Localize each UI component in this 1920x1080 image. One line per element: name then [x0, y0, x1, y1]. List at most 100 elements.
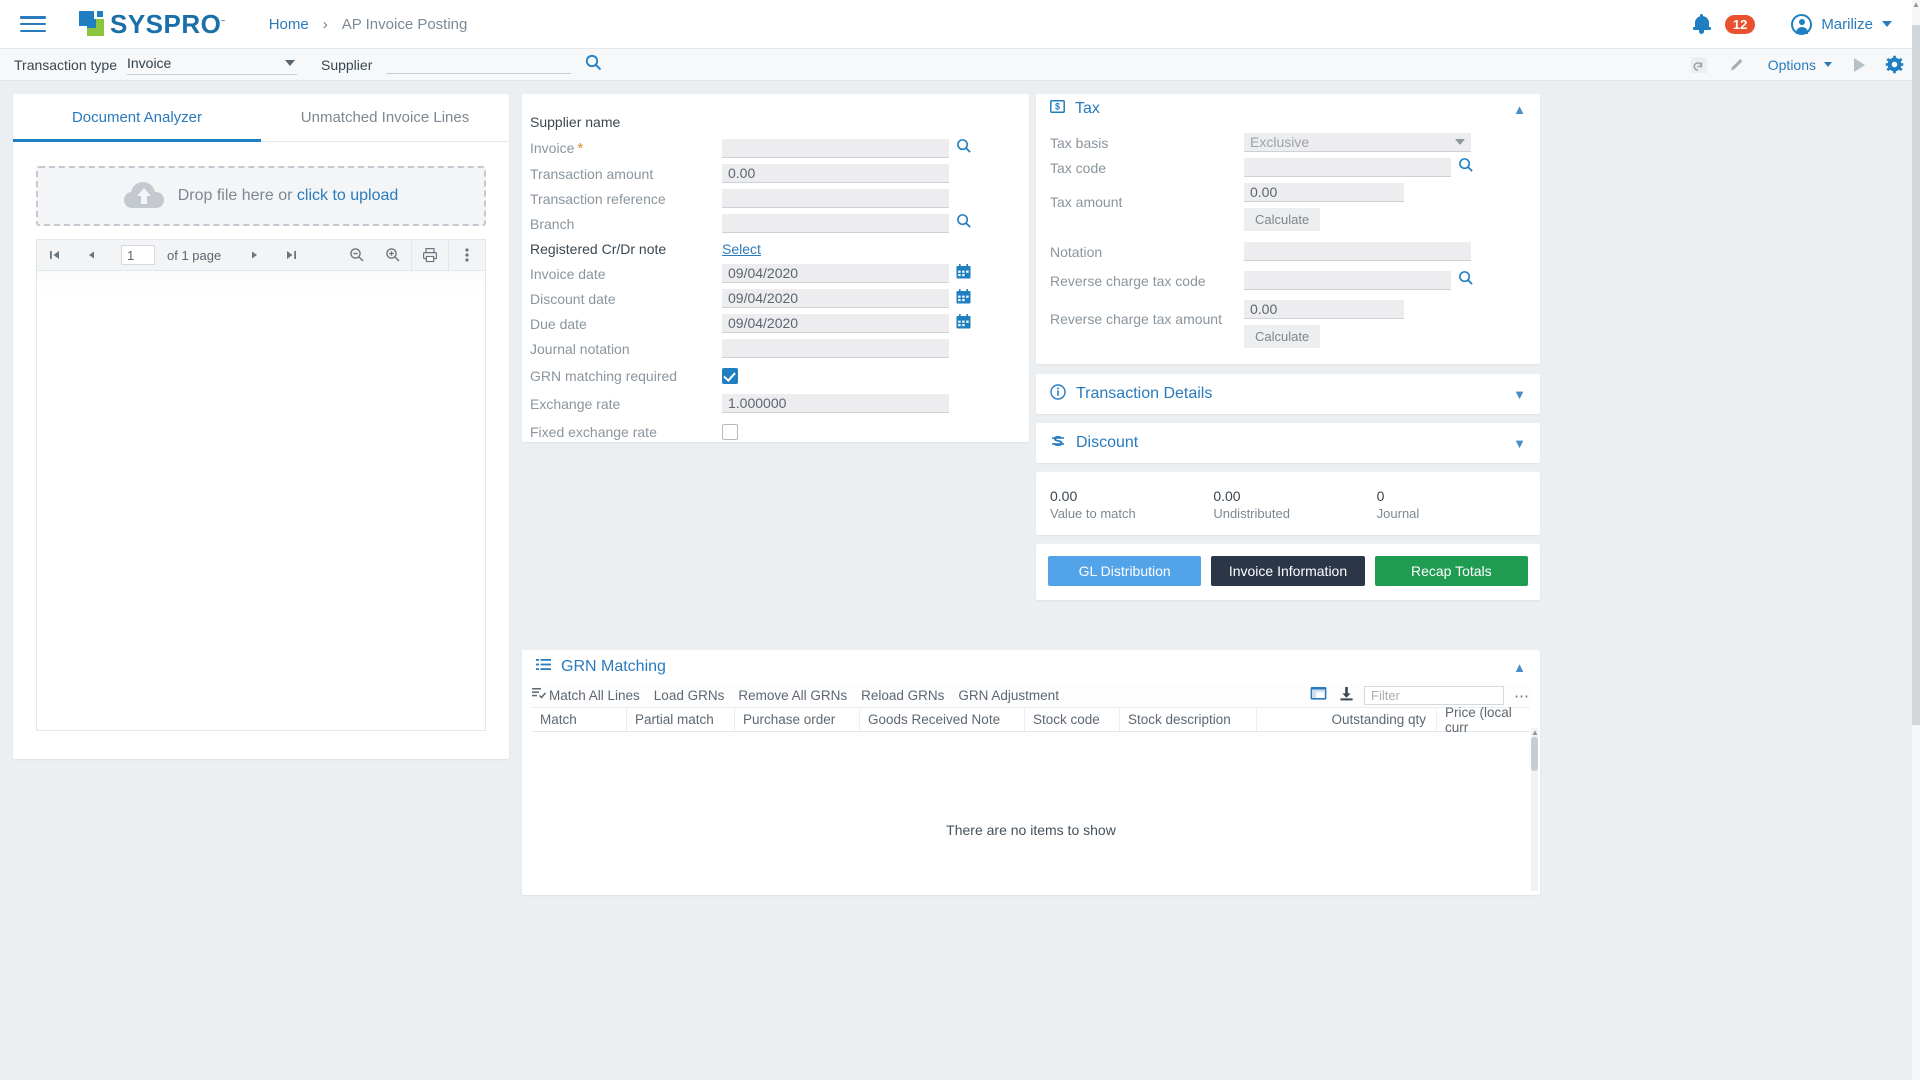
chevron-up-icon[interactable]: ▲: [1513, 102, 1526, 117]
invoice-input[interactable]: [722, 139, 949, 158]
grn-column-outstanding-qty[interactable]: Outstanding qty: [1257, 708, 1437, 731]
grn-filter-input[interactable]: Filter: [1364, 686, 1504, 705]
grn-action-load-grns[interactable]: Load GRNs: [654, 688, 725, 703]
gear-icon[interactable]: [1885, 55, 1904, 74]
grn-column-price-local-currency[interactable]: Price (local curr: [1437, 708, 1529, 731]
grn-table-scrollbar[interactable]: ▲: [1531, 728, 1538, 891]
reverse-charge-calculate-button[interactable]: Calculate: [1244, 325, 1320, 348]
grn-matching-required-label: GRN matching required: [522, 368, 722, 384]
download-icon[interactable]: [1339, 686, 1354, 706]
due-date-calendar-icon[interactable]: [956, 314, 971, 334]
undo-icon[interactable]: [1690, 56, 1708, 74]
chevron-up-icon[interactable]: ▲: [1513, 660, 1526, 675]
tax-code-input[interactable]: [1244, 158, 1451, 177]
gl-distribution-button[interactable]: GL Distribution: [1048, 556, 1201, 586]
fixed-exchange-rate-checkbox[interactable]: [722, 424, 738, 440]
registered-cr-dr-note-select-link[interactable]: Select: [722, 241, 761, 257]
scroll-up-icon[interactable]: ▲: [1531, 728, 1538, 737]
transaction-reference-input[interactable]: [722, 189, 949, 208]
tax-code-lookup-search-icon[interactable]: [1458, 157, 1474, 178]
tax-calculate-button[interactable]: Calculate: [1244, 208, 1320, 231]
page-scrollbar[interactable]: ▲: [1912, 0, 1920, 1080]
tax-card-header[interactable]: $ Tax ▲: [1036, 94, 1540, 124]
first-page-button[interactable]: [37, 239, 73, 271]
invoice-lookup-search-icon[interactable]: [956, 138, 972, 159]
document-preview-area: [36, 271, 486, 731]
transaction-details-header[interactable]: Transaction Details ▼: [1036, 374, 1540, 414]
options-menu[interactable]: Options: [1768, 57, 1832, 73]
grn-column-partial-match[interactable]: Partial match: [627, 708, 735, 731]
grn-matching-required-checkbox[interactable]: [722, 368, 738, 384]
grn-more-options-icon[interactable]: ⋯: [1514, 687, 1530, 705]
page-scrollbar-thumb[interactable]: [1912, 25, 1920, 725]
transaction-amount-label: Transaction amount: [522, 166, 722, 182]
invoice-date-calendar-icon[interactable]: [956, 264, 971, 284]
tab-unmatched-invoice-lines[interactable]: Unmatched Invoice Lines: [261, 94, 509, 141]
invoice-information-button[interactable]: Invoice Information: [1211, 556, 1364, 586]
invoice-date-input[interactable]: 09/04/2020: [722, 264, 949, 283]
grn-action-remove-all-grns[interactable]: Remove All GRNs: [738, 688, 847, 703]
discount-date-calendar-icon[interactable]: [956, 289, 971, 309]
previous-page-button[interactable]: [73, 239, 109, 271]
invoice-header-form-panel: Supplier name Invoice* Transaction amoun…: [522, 94, 1029, 442]
fixed-exchange-rate-label: Fixed exchange rate: [522, 424, 722, 440]
zoom-in-button[interactable]: [375, 239, 411, 271]
hamburger-menu-icon[interactable]: [20, 14, 46, 34]
grn-action-reload-grns[interactable]: Reload GRNs: [861, 688, 944, 703]
chevron-down-icon[interactable]: ▼: [1513, 387, 1526, 402]
edit-pencil-icon[interactable]: [1728, 56, 1746, 74]
excel-export-icon[interactable]: [1310, 686, 1327, 706]
reverse-charge-tax-code-input[interactable]: [1244, 271, 1451, 290]
discount-date-input[interactable]: 09/04/2020: [722, 289, 949, 308]
grn-column-match[interactable]: Match: [532, 708, 627, 731]
journal-notation-input[interactable]: [722, 339, 949, 358]
user-menu[interactable]: Marilize: [1791, 14, 1892, 35]
grn-action-match-all-lines[interactable]: Match All Lines: [549, 688, 640, 703]
breadcrumb-separator-icon: ›: [323, 16, 328, 33]
due-date-input[interactable]: 09/04/2020: [722, 314, 949, 333]
reverse-charge-tax-amount-input[interactable]: 0.00: [1244, 300, 1404, 319]
grn-matching-header[interactable]: GRN Matching ▲: [522, 650, 1540, 684]
grn-column-goods-received-note[interactable]: Goods Received Note: [860, 708, 1025, 731]
supplier-input[interactable]: [386, 55, 571, 74]
tax-basis-select[interactable]: Exclusive: [1244, 133, 1471, 152]
last-page-button[interactable]: [273, 239, 309, 271]
exchange-rate-input[interactable]: 1.000000: [722, 394, 949, 413]
brand-trademark: ˜: [221, 19, 224, 30]
summary-journal: 0 Journal: [1377, 488, 1540, 521]
transaction-amount-input[interactable]: 0.00: [722, 164, 949, 183]
click-to-upload-link[interactable]: click to upload: [297, 187, 398, 204]
page-number-input[interactable]: 1: [121, 245, 155, 265]
notification-count-badge[interactable]: 12: [1725, 15, 1755, 34]
scrollbar-thumb[interactable]: [1531, 737, 1538, 771]
more-options-icon[interactable]: [449, 239, 485, 271]
match-all-lines-icon[interactable]: [532, 687, 547, 705]
supplier-label: Supplier: [321, 57, 372, 73]
tax-amount-input[interactable]: 0.00: [1244, 183, 1404, 202]
grn-column-stock-code[interactable]: Stock code: [1025, 708, 1120, 731]
file-dropzone[interactable]: Drop file here or click to upload: [36, 166, 486, 226]
tab-document-analyzer[interactable]: Document Analyzer: [13, 94, 261, 141]
reverse-charge-tax-code-lookup-search-icon[interactable]: [1458, 270, 1474, 291]
breadcrumb-home[interactable]: Home: [269, 16, 309, 33]
zoom-out-button[interactable]: [339, 239, 375, 271]
tax-notation-input[interactable]: [1244, 242, 1471, 261]
next-page-button[interactable]: [237, 239, 273, 271]
recap-totals-button[interactable]: Recap Totals: [1375, 556, 1528, 586]
grn-empty-message: There are no items to show: [522, 822, 1540, 838]
grn-column-stock-description[interactable]: Stock description: [1120, 708, 1257, 731]
grn-action-grn-adjustment[interactable]: GRN Adjustment: [958, 688, 1059, 703]
notification-bell-icon[interactable]: [1693, 14, 1711, 34]
discount-header[interactable]: S Discount ▼: [1036, 423, 1540, 463]
run-play-icon[interactable]: [1854, 58, 1865, 72]
chevron-down-icon[interactable]: ▼: [1513, 436, 1526, 451]
branch-input[interactable]: [722, 214, 949, 233]
search-icon[interactable]: [585, 54, 602, 76]
print-icon[interactable]: [412, 239, 448, 271]
transaction-type-select[interactable]: Invoice: [127, 55, 297, 75]
page-scroll-up-icon[interactable]: ▲: [1912, 0, 1920, 9]
branch-lookup-search-icon[interactable]: [956, 213, 972, 234]
grn-actions-toolbar: Match All Lines Load GRNs Remove All GRN…: [532, 684, 1530, 708]
syspro-logo[interactable]: SYSPRO ˜: [79, 9, 225, 40]
grn-column-purchase-order[interactable]: Purchase order: [735, 708, 860, 731]
